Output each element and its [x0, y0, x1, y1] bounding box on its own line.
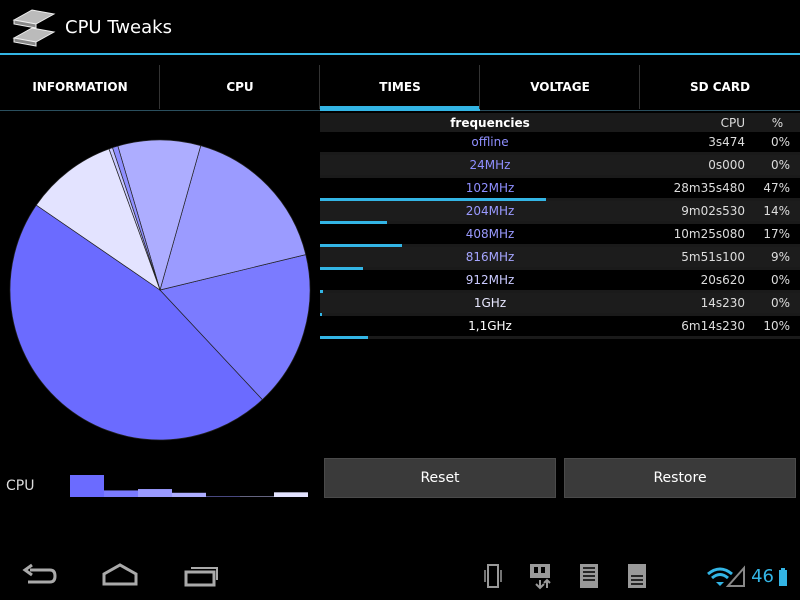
- cpu-tweaks-app-icon[interactable]: [10, 4, 60, 50]
- time-cell: 10m25s080: [673, 227, 745, 241]
- usage-bar-fill: [320, 336, 368, 339]
- tab-times[interactable]: TIMES: [320, 63, 480, 111]
- percent-cell: 17%: [763, 227, 790, 241]
- mini-bar: [70, 475, 104, 497]
- row-cells: 24MHz 0s000 0%: [320, 155, 800, 175]
- percent-cell: 0%: [770, 296, 790, 310]
- row-cells: offline 3s474 0%: [320, 132, 800, 152]
- mini-bar: [274, 492, 308, 497]
- header-cpu: CPU: [720, 115, 745, 130]
- system-navigation-bar: [0, 548, 800, 600]
- frequency-cell: 102MHz: [465, 181, 515, 195]
- recent-apps-icon[interactable]: [182, 562, 220, 588]
- header-frequencies: frequencies: [450, 115, 530, 130]
- tab-sd-card[interactable]: SD CARD: [640, 63, 800, 110]
- action-bar: CPU Tweaks: [0, 0, 800, 55]
- row-cells: 816MHz 5m51s100 9%: [320, 247, 800, 267]
- frequency-cell: 408MHz: [465, 227, 515, 241]
- table-row: 912MHz 20s620 0%: [320, 270, 800, 293]
- home-icon[interactable]: [100, 562, 140, 588]
- battery-icon: [779, 568, 787, 586]
- time-cell: 5m51s100: [681, 250, 745, 264]
- cpu-mini-bar-chart: [70, 475, 308, 497]
- row-cells: 912MHz 20s620 0%: [320, 270, 800, 290]
- back-icon[interactable]: [22, 562, 58, 588]
- row-cells: 408MHz 10m25s080 17%: [320, 224, 800, 244]
- percent-cell: 0%: [770, 158, 790, 172]
- table-row: 204MHz 9m02s530 14%: [320, 201, 800, 224]
- time-cell: 6m14s230: [681, 319, 745, 333]
- table-header: frequencies CPU %: [320, 113, 800, 132]
- row-cells: 204MHz 9m02s530 14%: [320, 201, 800, 221]
- tab-label: TIMES: [379, 79, 421, 94]
- cpu-times-pie-chart: [9, 139, 311, 441]
- tab-label: CPU: [226, 79, 254, 94]
- mini-bar: [172, 492, 206, 497]
- percent-cell: 0%: [770, 135, 790, 149]
- mini-chart-label: CPU: [6, 478, 35, 494]
- table-row: 1GHz 14s230 0%: [320, 293, 800, 316]
- mini-bar: [104, 490, 138, 497]
- usb-transfer-icon[interactable]: [528, 562, 554, 590]
- tab-bar: INFORMATION CPU TIMES VOLTAGE SD CARD: [0, 63, 800, 111]
- percent-cell: 0%: [770, 273, 790, 287]
- frequency-cell: 204MHz: [465, 204, 515, 218]
- frequency-cell: offline: [471, 135, 509, 149]
- storage-icon[interactable]: [626, 562, 648, 590]
- row-cells: 102MHz 28m35s480 47%: [320, 178, 800, 198]
- table-row: 408MHz 10m25s080 17%: [320, 224, 800, 247]
- tab-label: INFORMATION: [32, 79, 128, 94]
- row-cells: 1,1GHz 6m14s230 10%: [320, 316, 800, 336]
- table-row: 816MHz 5m51s100 9%: [320, 247, 800, 270]
- tab-voltage[interactable]: VOLTAGE: [480, 63, 640, 110]
- header-percent: %: [771, 115, 784, 130]
- time-cell: 28m35s480: [673, 181, 745, 195]
- row-cells: 1GHz 14s230 0%: [320, 293, 800, 313]
- table-row: 102MHz 28m35s480 47%: [320, 178, 800, 201]
- percent-cell: 14%: [763, 204, 790, 218]
- percent-cell: 10%: [763, 319, 790, 333]
- active-tab-indicator: [320, 106, 480, 111]
- mini-bar: [138, 489, 172, 497]
- wifi-signal-icon: [707, 565, 745, 587]
- screen-rotation-icon[interactable]: [482, 562, 504, 590]
- mini-bar: [240, 496, 274, 497]
- percent-cell: 9%: [770, 250, 790, 264]
- table-row: 1,1GHz 6m14s230 10%: [320, 316, 800, 339]
- frequency-cell: 1GHz: [473, 296, 507, 310]
- frequency-cell: 816MHz: [465, 250, 515, 264]
- frequency-cell: 24MHz: [469, 158, 511, 172]
- tab-information[interactable]: INFORMATION: [0, 63, 160, 110]
- tab-label: SD CARD: [689, 79, 751, 94]
- percent-cell: 47%: [763, 181, 790, 195]
- time-cell: 9m02s530: [681, 204, 745, 218]
- restore-button[interactable]: Restore: [564, 458, 796, 498]
- time-cell: 0s000: [708, 158, 745, 172]
- app-title: CPU Tweaks: [65, 17, 172, 38]
- frequency-table: frequencies CPU % offline 3s474 0% 24MHz 0s0…: [320, 113, 800, 339]
- frequency-cell: 1,1GHz: [468, 319, 512, 333]
- frequency-cell: 912MHz: [465, 273, 515, 287]
- status-clock: 46: [751, 566, 774, 587]
- sd-card-icon[interactable]: [578, 562, 600, 590]
- table-row: 24MHz 0s000 0%: [320, 155, 800, 178]
- tab-cpu[interactable]: CPU: [160, 63, 320, 110]
- time-cell: 3s474: [708, 135, 745, 149]
- time-cell: 14s230: [700, 296, 745, 310]
- usage-bar-track: [320, 336, 800, 339]
- reset-button[interactable]: Reset: [324, 458, 556, 498]
- time-cell: 20s620: [700, 273, 745, 287]
- table-row: offline 3s474 0%: [320, 132, 800, 155]
- tab-label: VOLTAGE: [530, 79, 590, 94]
- mini-bar: [206, 496, 240, 497]
